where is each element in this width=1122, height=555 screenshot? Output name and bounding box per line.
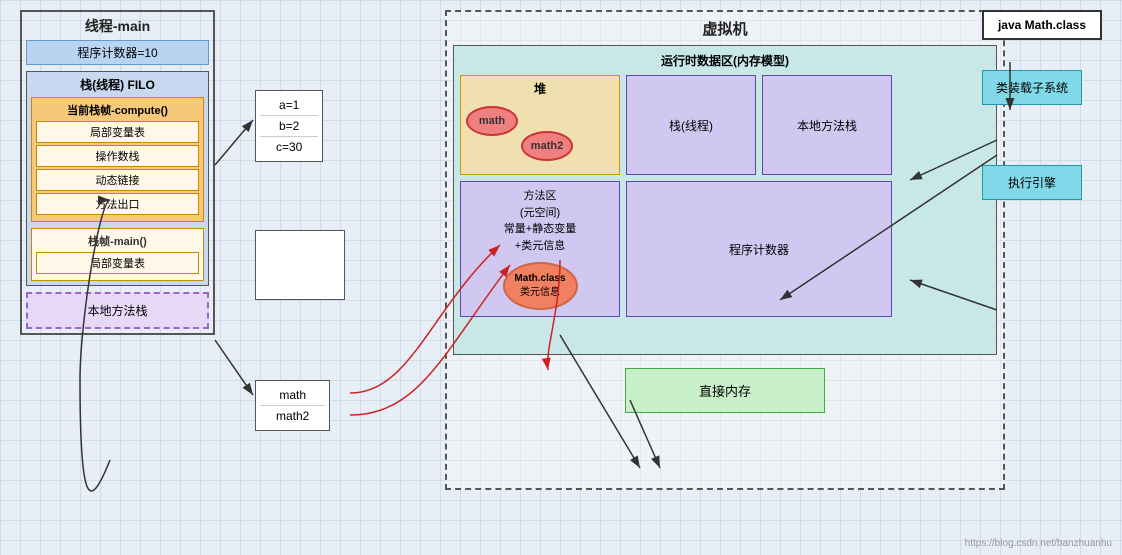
direct-memory-label: 直接内存 [699,384,751,399]
method-area-box: 方法区(元空间)常量+静态变量+类元信息 Math.class 类元信息 [460,181,620,317]
frame-compute-title: 当前栈帧-compute() [36,102,199,118]
heap-obj-math: math [466,106,518,136]
java-math-class-box: java Math.class [982,10,1102,40]
math-class-label: Math.class [514,272,565,286]
thread-main-title: 线程-main [26,16,209,36]
var-c: c=30 [260,137,318,157]
direct-memory-container: 直接内存 [453,363,997,433]
jvm-section: 虚拟机 运行时数据区(内存模型) 堆 math math2 栈(线程) 本地 [445,10,1005,490]
native-method-box: 本地方法栈 [762,75,892,175]
vars-bottom-box: math math2 [255,380,330,431]
heap-obj-math2: math2 [521,131,573,161]
runtime-area: 运行时数据区(内存模型) 堆 math math2 栈(线程) 本地方法栈 [453,45,997,355]
program-counter-jvm-label: 程序计数器 [729,241,789,258]
frame-main-local: 局部变量表 [36,252,199,274]
math-class-info: Math.class 类元信息 [503,262,578,310]
empty-box-mid [255,230,345,300]
runtime-grid: 堆 math math2 栈(线程) 本地方法栈 方法区(元空间)常 [460,75,990,317]
stack-title: 栈(线程) FILO [31,76,204,93]
var-a: a=1 [260,95,318,116]
class-loader-container: 类装载子系统 [982,70,1102,105]
right-section: java Math.class 类装载子系统 执行引擎 [982,10,1102,200]
heap-box: 堆 math math2 [460,75,620,175]
class-loader-label: 类装载子系统 [996,81,1068,95]
heap-title: 堆 [465,80,615,97]
executor-box: 执行引擎 [982,165,1082,200]
diagram-container: 线程-main 程序计数器=10 栈(线程) FILO 当前栈帧-compute… [0,0,1122,555]
watermark: https://blog.csdn.net/banzhuanhu [965,538,1112,549]
java-math-class-label: java Math.class [998,18,1086,32]
frame-item-exit: 方法出口 [36,193,199,215]
frame-main: 栈帧-main() 局部变量表 [31,228,204,281]
native-stack-box: 本地方法栈 [26,292,209,329]
class-loader-box: 类装载子系统 [982,70,1082,105]
jvm-title: 虚拟机 [453,18,997,39]
runtime-title: 运行时数据区(内存模型) [460,52,990,69]
program-counter-jvm: 程序计数器 [626,181,892,317]
frame-item-local: 局部变量表 [36,121,199,143]
stack-thread-label: 栈(线程) [669,117,713,134]
frame-compute: 当前栈帧-compute() 局部变量表 操作数栈 动态链接 方法出口 [31,97,204,222]
var-math: math [260,385,325,406]
program-counter-box: 程序计数器=10 [26,40,209,65]
vars-top-box: a=1 b=2 c=30 [255,90,323,162]
thread-main-section: 线程-main 程序计数器=10 栈(线程) FILO 当前栈帧-compute… [20,10,215,335]
math-class-sublabel: 类元信息 [520,286,560,300]
frame-main-title: 栈帧-main() [36,233,199,249]
executor-label: 执行引擎 [1008,176,1056,190]
frame-item-dynamic: 动态链接 [36,169,199,191]
var-b: b=2 [260,116,318,137]
stack-thread-box: 栈(线程) [626,75,756,175]
frame-item-operand: 操作数栈 [36,145,199,167]
var-math2: math2 [260,406,325,426]
native-method-label: 本地方法栈 [797,117,857,134]
stack-section: 栈(线程) FILO 当前栈帧-compute() 局部变量表 操作数栈 动态链… [26,71,209,286]
method-area-text: 方法区(元空间)常量+静态变量+类元信息 [467,188,613,254]
direct-memory-box: 直接内存 [625,368,825,413]
